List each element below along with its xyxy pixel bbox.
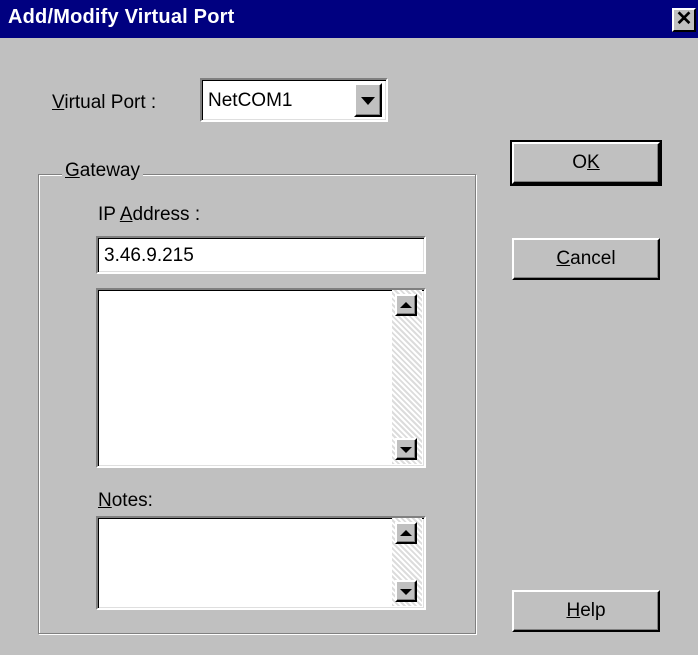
- list-scroll-down-button[interactable]: [395, 438, 417, 460]
- ip-address-label: IP Address :: [98, 204, 201, 225]
- list-scroll-up-button[interactable]: [395, 294, 417, 316]
- notes-scroll-up-button[interactable]: [395, 522, 417, 544]
- list-scrollbar[interactable]: [392, 290, 422, 464]
- help-button[interactable]: Help: [512, 590, 660, 632]
- notes-label: Notes:: [98, 490, 153, 511]
- ip-address-value: 3.46.9.215: [104, 245, 194, 266]
- virtual-port-value: NetCOM1: [208, 90, 293, 111]
- notes-textarea[interactable]: [96, 516, 426, 610]
- chevron-down-icon: [361, 97, 375, 105]
- ip-address-input[interactable]: 3.46.9.215: [96, 236, 426, 274]
- ip-address-list[interactable]: [96, 288, 426, 468]
- scroll-up-arrow-icon: [400, 302, 412, 308]
- virtual-port-label: Virtual Port :: [52, 92, 157, 113]
- virtual-port-select[interactable]: NetCOM1: [200, 78, 388, 122]
- close-icon: ✕: [675, 8, 693, 30]
- window-title: Add/Modify Virtual Port: [8, 6, 235, 28]
- notes-scroll-down-button[interactable]: [395, 580, 417, 602]
- title-bar: Add/Modify Virtual Port ✕: [0, 0, 698, 38]
- scroll-up-arrow-icon: [400, 530, 412, 536]
- gateway-legend: Gateway: [62, 160, 143, 182]
- close-button[interactable]: ✕: [672, 8, 696, 32]
- cancel-button[interactable]: Cancel: [512, 238, 660, 280]
- dropdown-button[interactable]: [354, 83, 382, 117]
- notes-scrollbar[interactable]: [392, 518, 422, 606]
- scroll-down-arrow-icon: [400, 589, 412, 595]
- scroll-down-arrow-icon: [400, 447, 412, 453]
- ok-button[interactable]: OK: [510, 140, 662, 186]
